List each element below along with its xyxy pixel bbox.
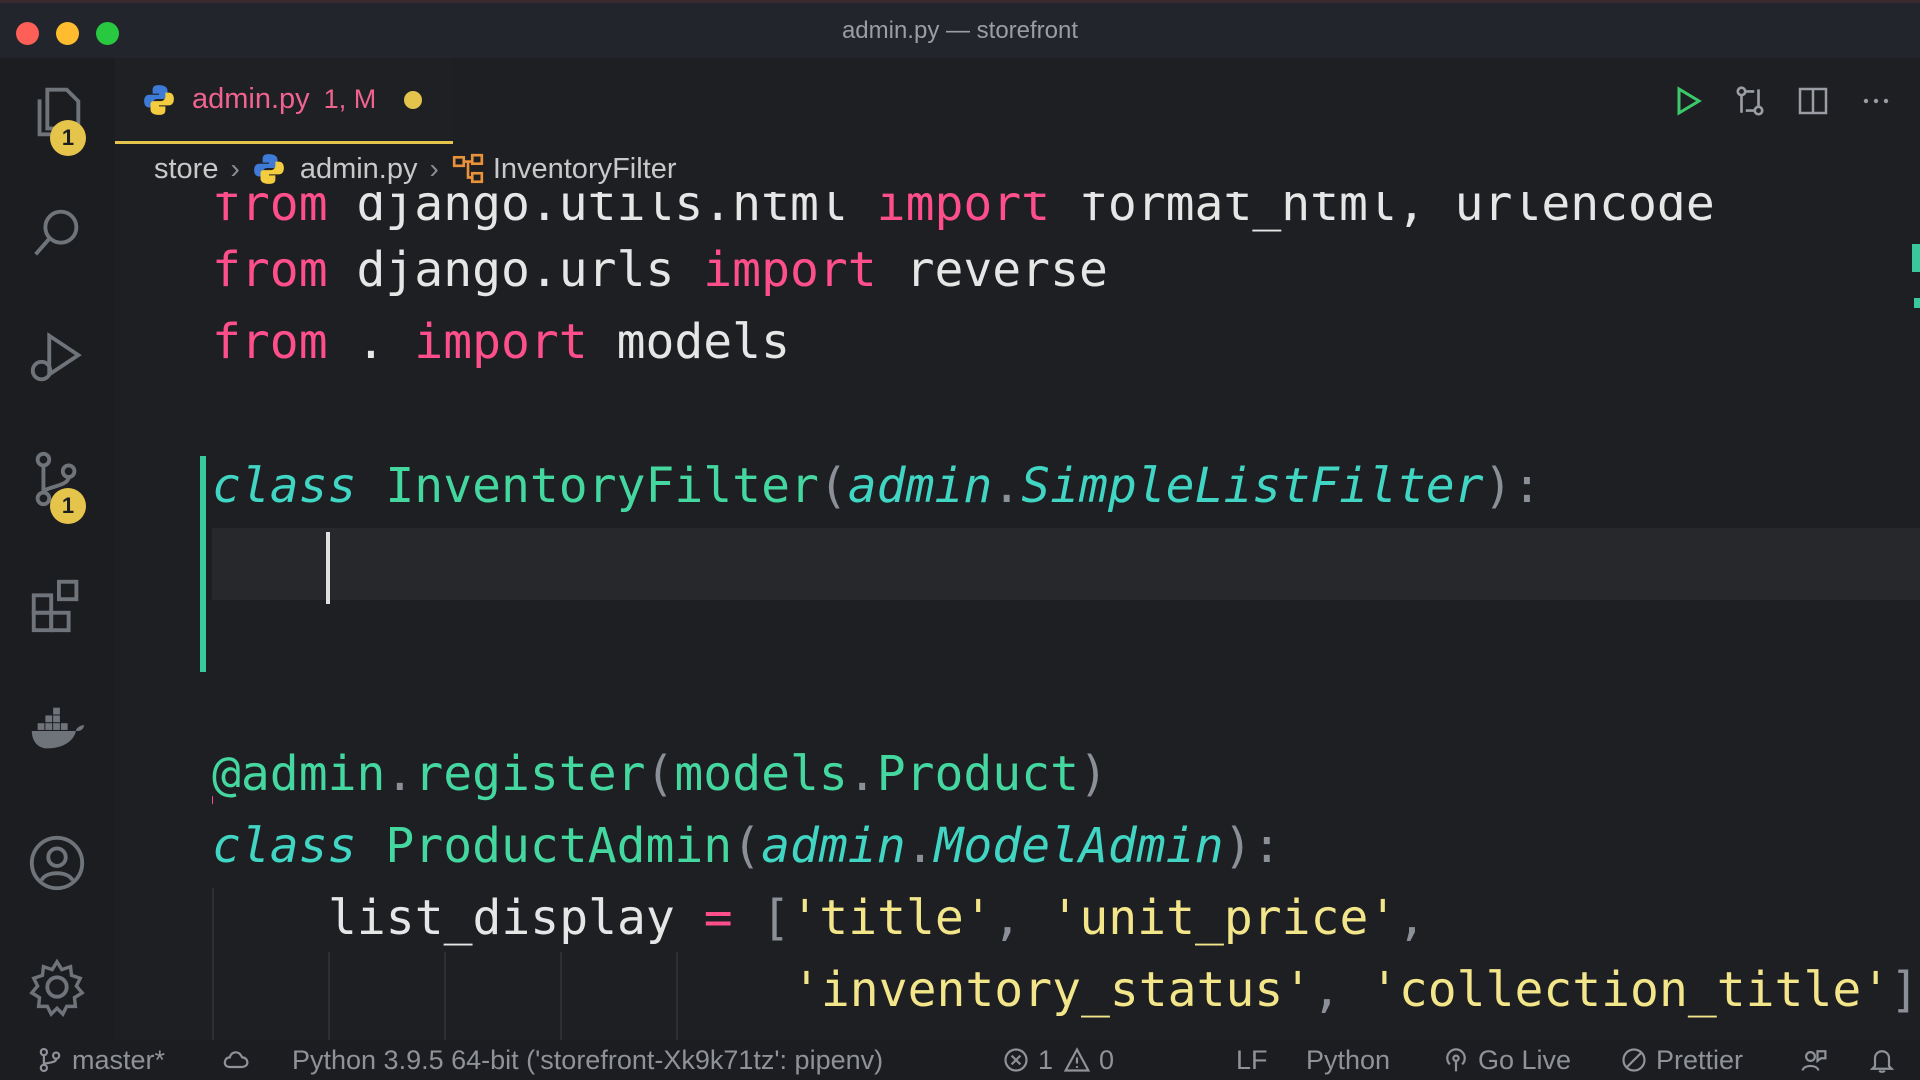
breadcrumb-file[interactable]: admin.py xyxy=(300,153,418,186)
indent-guide xyxy=(444,952,446,1040)
accounts-button[interactable] xyxy=(22,828,92,898)
status-bar: master* Python 3.9.5 64-bit ('storefront… xyxy=(0,1040,1920,1080)
code-line: class ProductAdmin(admin.ModelAdmin): xyxy=(212,818,1282,874)
current-line-highlight xyxy=(212,528,1920,600)
extensions-icon xyxy=(31,579,79,633)
language-mode[interactable]: Python xyxy=(1306,1040,1390,1080)
tab-status: 1, M xyxy=(323,84,377,114)
warning-icon xyxy=(1063,1047,1091,1072)
error-icon xyxy=(1004,1048,1028,1072)
bell-icon xyxy=(1869,1050,1895,1073)
indent-guide xyxy=(328,952,330,1040)
feedback-icon xyxy=(1801,1050,1827,1071)
breadcrumb-symbol[interactable]: InventoryFilter xyxy=(493,153,677,186)
code-line: 'inventory_status', 'collection_title'] xyxy=(792,962,1920,1018)
error-count: 1 xyxy=(1038,1044,1054,1075)
more-actions-button[interactable] xyxy=(1857,82,1895,120)
notifications-button[interactable] xyxy=(1868,1040,1904,1080)
chevron-right-icon: › xyxy=(230,153,240,184)
problems-status[interactable]: 1 0 xyxy=(1002,1040,1114,1080)
code-line: from . import models xyxy=(212,314,790,370)
compare-changes-icon xyxy=(1736,86,1764,116)
prohibited-icon xyxy=(1622,1048,1646,1072)
git-added-gutter xyxy=(200,456,206,672)
sync-button[interactable] xyxy=(222,1040,258,1080)
code-line: @admin.register(models.Product) xyxy=(212,746,1108,802)
eol-status[interactable]: LF xyxy=(1236,1040,1268,1080)
python-interpreter[interactable]: Python 3.9.5 64-bit ('storefront-Xk9k71t… xyxy=(292,1040,883,1080)
python-file-icon xyxy=(253,154,284,184)
indent-guide xyxy=(560,952,562,1040)
indent-guide xyxy=(676,952,678,1040)
class-symbol-icon xyxy=(452,153,483,184)
split-editor-icon xyxy=(1798,87,1828,115)
run-python-file-button[interactable] xyxy=(1668,82,1706,120)
prettier-button[interactable]: Prettier xyxy=(1620,1040,1743,1080)
code-line: from django.urls import reverse xyxy=(212,242,1108,298)
manage-button[interactable] xyxy=(22,952,92,1022)
gear-icon xyxy=(29,958,85,1017)
play-icon xyxy=(1677,86,1702,116)
extensions-button[interactable] xyxy=(22,570,92,640)
breadcrumb: store › admin.py › InventoryFilter xyxy=(154,146,677,192)
search-button[interactable] xyxy=(22,198,92,268)
title-bar: admin.py — storefront xyxy=(0,0,1920,58)
ellipsis-icon xyxy=(1863,98,1889,104)
docker-button[interactable] xyxy=(22,694,92,764)
broadcast-icon xyxy=(1446,1048,1466,1072)
source-control-badge: 1 xyxy=(50,488,86,524)
window-title: admin.py — storefront xyxy=(841,17,1079,44)
code-editor[interactable]: from django.utils.html import format_htm… xyxy=(115,192,1920,1040)
tab-label: admin.py xyxy=(192,83,310,115)
cloud-sync-icon xyxy=(223,1051,249,1069)
account-icon xyxy=(29,835,85,891)
split-editor-button[interactable] xyxy=(1794,82,1832,120)
code-line: from django.utils.html import format_htm… xyxy=(212,192,1715,232)
code-line: class InventoryFilter(admin.SimpleListFi… xyxy=(212,458,1542,514)
docker-icon xyxy=(31,707,85,749)
breadcrumb-folder[interactable]: store xyxy=(154,153,218,186)
indent-guide xyxy=(212,888,214,1040)
source-control-button[interactable]: 1 xyxy=(22,444,92,524)
explorer-badge: 1 xyxy=(50,120,86,156)
activity-bar: 1 1 xyxy=(0,58,115,1040)
search-icon xyxy=(34,209,79,256)
code-line: list_display = ['title', 'unit_price', xyxy=(328,890,1427,946)
python-file-icon xyxy=(144,84,174,115)
branch-name: master* xyxy=(72,1044,166,1075)
unsaved-dot xyxy=(404,90,423,109)
explorer-button[interactable]: 1 xyxy=(22,76,92,156)
git-branch-icon xyxy=(39,1047,61,1073)
tab-admin-py[interactable]: admin.py 1, M xyxy=(115,58,453,144)
warning-count: 0 xyxy=(1099,1044,1115,1075)
feedback-button[interactable] xyxy=(1800,1040,1836,1080)
tab-bar: admin.py 1, M xyxy=(115,58,1920,144)
go-live-button[interactable]: Go Live xyxy=(1442,1040,1571,1080)
open-changes-button[interactable] xyxy=(1731,82,1769,120)
run-debug-icon xyxy=(30,332,82,382)
run-debug-button[interactable] xyxy=(22,322,92,392)
text-cursor xyxy=(326,532,330,604)
chevron-right-icon: › xyxy=(429,153,439,184)
editor-actions xyxy=(1668,58,1920,144)
overview-ruler xyxy=(1912,244,1920,308)
branch-status[interactable]: master* xyxy=(36,1040,165,1080)
